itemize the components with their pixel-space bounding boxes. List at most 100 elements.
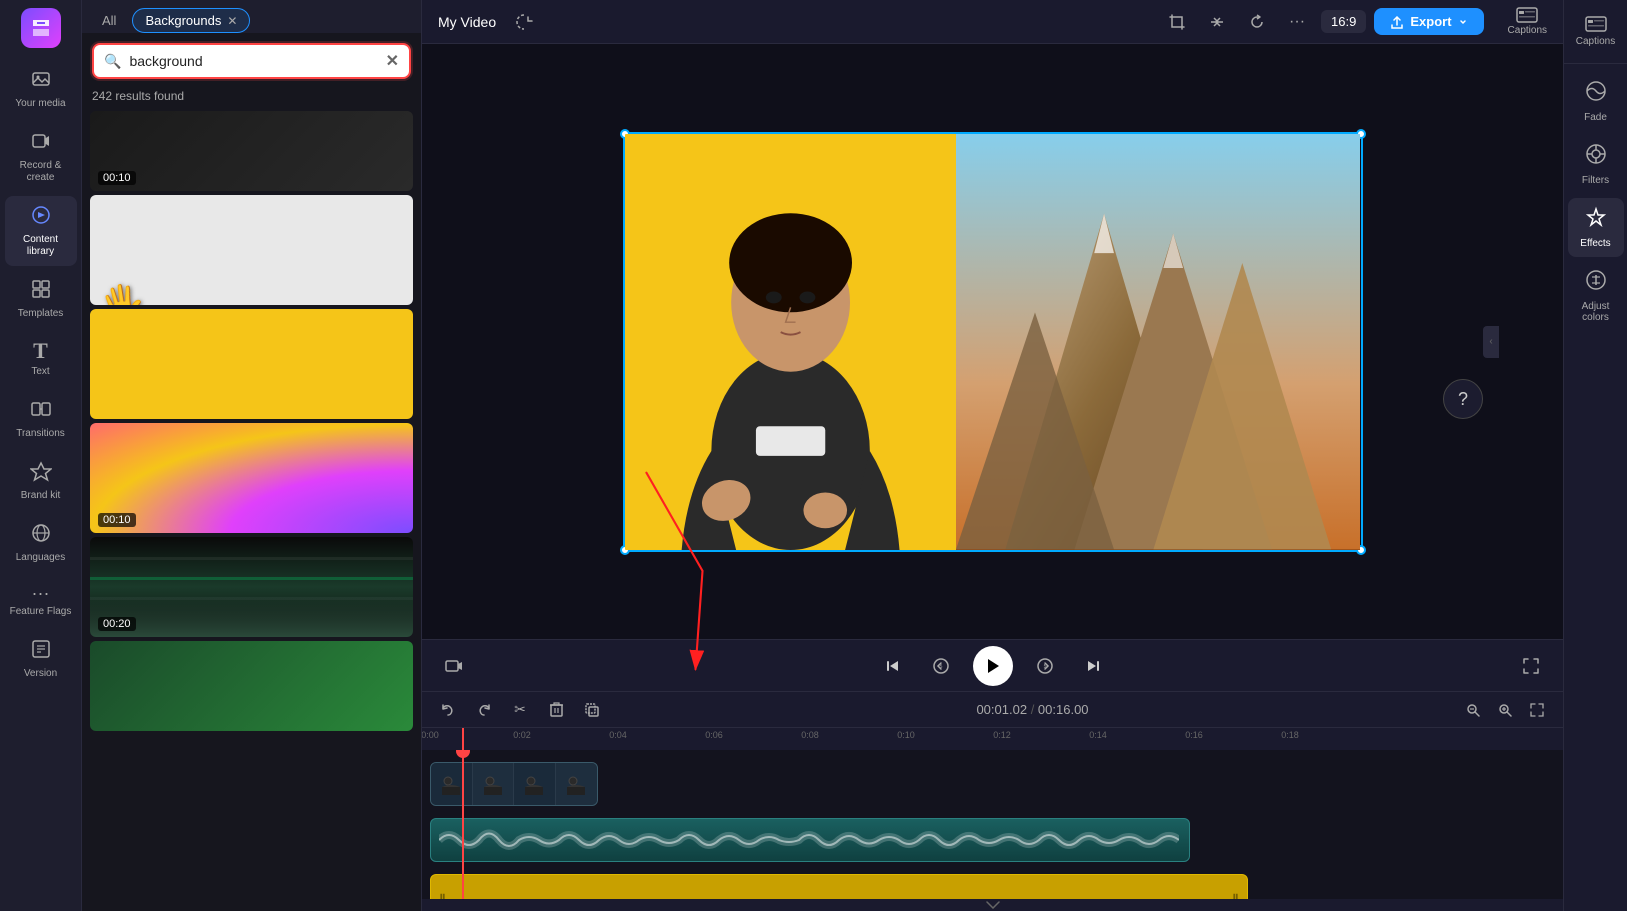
zoom-out-button[interactable] [1459,696,1487,724]
dark-bg-preview [90,111,413,191]
skip-forward-button[interactable] [1077,650,1109,682]
sidebar-item-feature-flags[interactable]: ··· Feature Flags [5,576,77,626]
right-panel-captions[interactable]: Captions [1568,8,1624,55]
search-area: 🔍 ✕ [82,33,421,85]
sidebar-item-transitions[interactable]: Transitions [5,390,77,448]
aspect-ratio-button[interactable]: 16:9 [1321,10,1366,33]
feature-flags-icon: ··· [32,584,50,602]
adjust-colors-label: Adjust colors [1572,301,1620,323]
sidebar-label-transitions: Transitions [16,428,65,440]
sidebar-left: Your media Record & create Content libra… [0,0,82,911]
help-button[interactable]: ? [1443,379,1483,419]
rewind-button[interactable]: 5 [925,650,957,682]
media-item-yellow[interactable] [90,309,413,419]
timeline-area: ✂ 00:01.02 / 00:16.00 [422,691,1563,911]
sidebar-item-templates[interactable]: Templates [5,270,77,328]
sidebar-label-your-media: Your media [15,98,65,110]
right-panel-fade[interactable]: Fade [1568,72,1624,131]
sidebar-item-languages[interactable]: Languages [5,514,77,572]
camera-icon-btn[interactable] [438,650,470,682]
content-library-icon [30,204,52,230]
fullscreen-button[interactable] [1515,650,1547,682]
sidebar-item-record-create[interactable]: Record & create [5,122,77,192]
tab-backgrounds-label: Backgrounds [145,13,221,28]
timeline-tracks: ⏸ ⏸ [422,750,1563,899]
flip-button[interactable] [1201,6,1233,38]
sidebar-item-brand[interactable]: Brand kit [5,452,77,510]
brand-icon [30,460,52,486]
media-item-white[interactable]: 🖐 [90,195,413,305]
adjust-colors-icon [1585,269,1607,297]
captions-label: Captions [1508,25,1547,36]
playhead-handle[interactable] [456,750,470,758]
audio-clip[interactable] [430,818,1190,862]
delete-button[interactable] [542,696,570,724]
undo-button[interactable] [434,696,462,724]
mountain-svg [956,134,1361,550]
play-button[interactable] [973,646,1013,686]
right-panel-adjust-colors[interactable]: Adjust colors [1568,261,1624,331]
video-preview-container: ? ‹ [422,44,1563,639]
media-item-gradient[interactable]: 00:10 [90,423,413,533]
duration-gradient: 00:10 [98,513,136,527]
media-item-dark[interactable]: 00:10 [90,111,413,191]
rotate-button[interactable] [1241,6,1273,38]
bg-clip[interactable]: ⏸ ⏸ [430,874,1248,899]
playback-right-icons [1515,650,1547,682]
redo-button[interactable] [470,696,498,724]
track-row-audio [422,814,1563,866]
sidebar-item-your-media[interactable]: Your media [5,60,77,118]
track-row-video [422,758,1563,810]
cut-button[interactable]: ✂ [506,696,534,724]
ruler-mark-12: 0:12 [993,730,1011,740]
ruler-mark-0: 0:00 [422,730,439,740]
ruler-mark-14: 0:14 [1089,730,1107,740]
forward-button[interactable]: 5 [1029,650,1061,682]
media-item-glitch[interactable]: 00:20 [90,537,413,637]
video-canvas[interactable] [623,132,1363,552]
playhead[interactable] [462,750,464,899]
fit-timeline-button[interactable] [1523,696,1551,724]
right-panel-effects[interactable]: Effects [1568,198,1624,257]
more-options-button[interactable]: ··· [1281,6,1313,38]
tab-all[interactable]: All [90,9,128,32]
ruler-mark-6: 0:06 [705,730,723,740]
export-button[interactable]: Export [1374,8,1483,35]
search-clear-button[interactable]: ✕ [386,51,399,71]
collapse-right-panel[interactable]: ‹ [1483,326,1499,358]
timeline-toolbar: ✂ 00:01.02 / 00:16.00 [422,692,1563,728]
content-panel: All Backgrounds ✕ 🔍 ✕ 242 results found … [82,0,422,911]
glitch-bg-preview [90,537,413,637]
thumb-3 [514,763,556,805]
right-panel-filters[interactable]: Filters [1568,135,1624,194]
skip-back-button[interactable] [877,650,909,682]
search-input[interactable] [129,53,377,69]
editor-main: My Video [422,0,1563,911]
green-bg-preview [90,641,413,731]
tab-backgrounds[interactable]: Backgrounds ✕ [132,8,250,33]
sidebar-label-templates: Templates [18,308,64,320]
bg-clip-pause-right: ⏸ [1232,888,1239,900]
auto-save-icon[interactable] [508,6,540,38]
video-right-panel [956,134,1361,550]
sidebar-label-version: Version [24,668,57,680]
zoom-in-button[interactable] [1491,696,1519,724]
record-icon [30,130,52,156]
effects-icon [1585,206,1607,234]
sidebar-item-content-library[interactable]: Content library [5,196,77,266]
sidebar-item-text[interactable]: T Text [5,332,77,386]
video-clip[interactable] [430,762,598,806]
duplicate-button[interactable] [578,696,606,724]
templates-icon [30,278,52,304]
fade-icon [1585,80,1607,108]
tab-close-icon[interactable]: ✕ [227,14,237,28]
captions-button[interactable]: Captions [1508,7,1547,36]
timeline-expand-arrow[interactable] [422,899,1563,911]
media-grid: 00:10 🖐 00:10 00:20 [82,111,421,911]
svg-text:5: 5 [939,664,942,670]
media-item-green[interactable] [90,641,413,731]
crop-button[interactable] [1161,6,1193,38]
playback-left-icons [438,650,470,682]
right-panel: Captions Fade Filters [1563,0,1627,911]
sidebar-item-version[interactable]: Version [5,630,77,688]
